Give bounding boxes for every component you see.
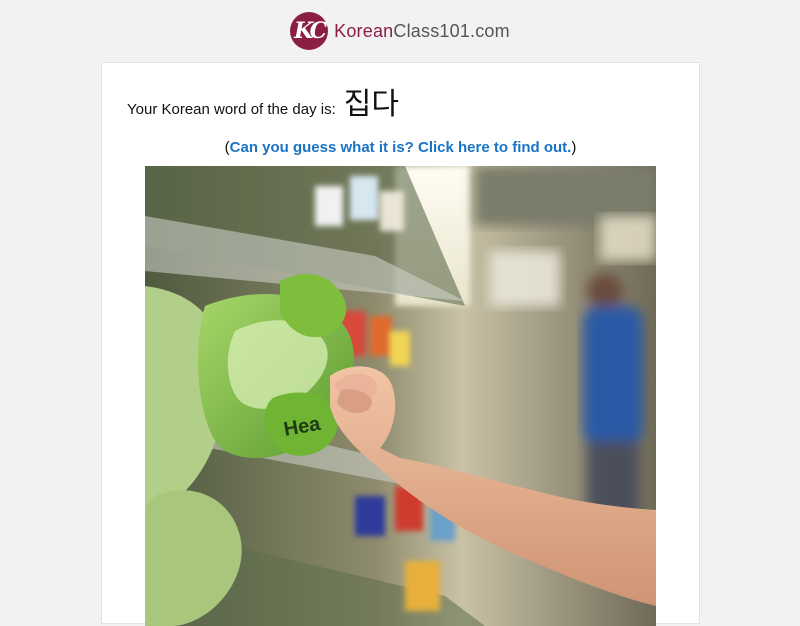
word-of-the-day-label: Your Korean word of the day is:: [127, 101, 336, 118]
word-of-the-day: Your Korean word of the day is: 집다: [127, 79, 399, 123]
logo-brand-prefix: Korean: [334, 20, 394, 41]
reveal-link[interactable]: Can you guess what it is? Click here to …: [230, 139, 572, 156]
close-paren: ): [571, 139, 577, 156]
guess-line: (Can you guess what it is? Click here to…: [102, 139, 699, 156]
logo-mark-icon: KC: [290, 12, 329, 50]
korean-word: 집다: [343, 87, 399, 122]
header: KC KoreanClass101.com: [0, 0, 800, 62]
grocery-aisle-illustration: Hea: [145, 166, 656, 626]
logo-link[interactable]: KC KoreanClass101.com: [290, 12, 510, 50]
grocery-photo[interactable]: Hea: [145, 166, 656, 626]
logo-text: KoreanClass101.com: [334, 21, 510, 42]
logo-brand-suffix: Class101.com: [393, 20, 510, 41]
email-card: Your Korean word of the day is: 집다 (Can …: [101, 62, 700, 626]
